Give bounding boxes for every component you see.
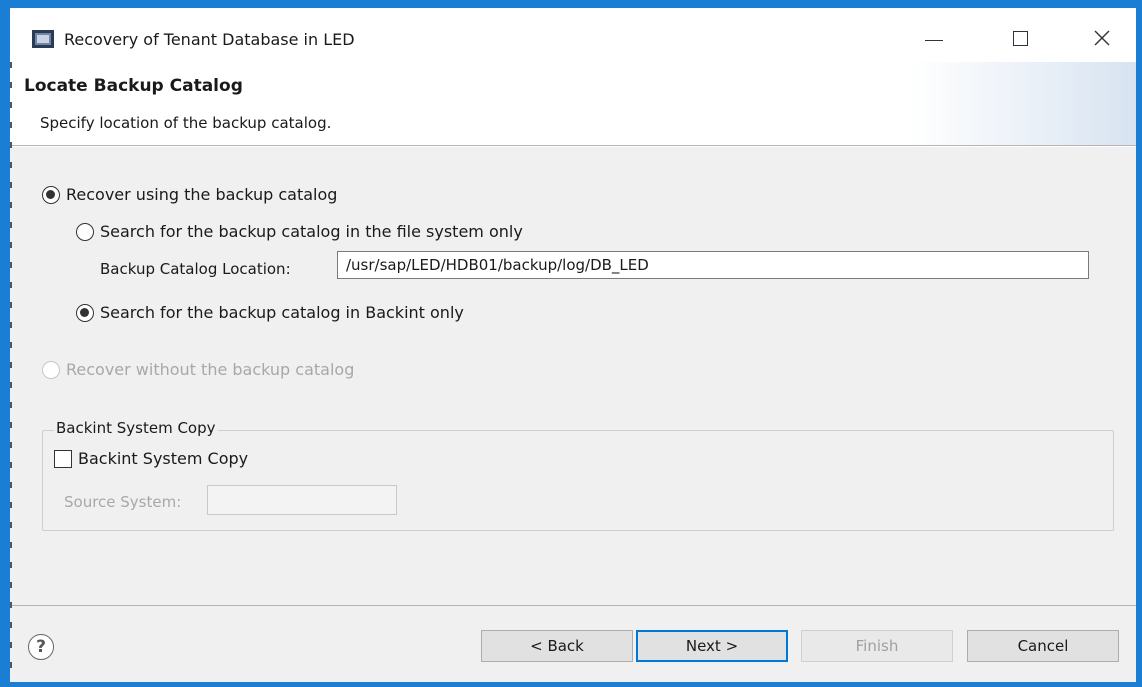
radio-disabled-icon — [42, 360, 60, 379]
left-edge-dashes — [10, 62, 12, 682]
radio-label: Search for the backup catalog in Backint… — [100, 303, 464, 322]
backint-system-copy-checkbox[interactable]: Backint System Copy — [54, 449, 248, 468]
wizard-content: Recover using the backup catalog Search … — [10, 147, 1136, 605]
radio-label: Search for the backup catalog in the fil… — [100, 222, 523, 241]
minimize-button[interactable] — [914, 22, 954, 54]
window-title: Recovery of Tenant Database in LED — [64, 30, 355, 49]
page-title: Locate Backup Catalog — [24, 76, 243, 96]
radio-recover-without-catalog: Recover without the backup catalog — [42, 360, 354, 379]
close-icon — [1094, 30, 1110, 46]
maximize-button[interactable] — [1000, 22, 1040, 54]
radio-selected-icon — [42, 185, 60, 204]
radio-selected-icon — [76, 303, 94, 322]
radio-label: Recover using the backup catalog — [66, 185, 338, 204]
page-subtitle: Specify location of the backup catalog. — [40, 114, 332, 132]
backint-system-copy-group — [42, 430, 1114, 531]
cancel-button[interactable]: Cancel — [967, 630, 1119, 662]
maximize-icon — [1012, 30, 1028, 46]
radio-search-backint[interactable]: Search for the backup catalog in Backint… — [76, 303, 464, 322]
checkbox-label: Backint System Copy — [78, 449, 249, 468]
wizard-header: Locate Backup Catalog Specify location o… — [10, 62, 1136, 146]
back-button[interactable]: < Back — [481, 630, 633, 662]
wizard-window: Recovery of Tenant Database in LED Locat… — [10, 8, 1136, 682]
radio-search-file-system[interactable]: Search for the backup catalog in the fil… — [76, 222, 523, 241]
backup-catalog-location-input[interactable] — [337, 251, 1089, 279]
help-icon[interactable]: ? — [28, 634, 54, 660]
backup-catalog-location-label: Backup Catalog Location: — [100, 260, 291, 278]
app-icon — [32, 30, 54, 48]
radio-recover-using-catalog[interactable]: Recover using the backup catalog — [42, 185, 337, 204]
wizard-footer: ? < Back Next > Finish Cancel — [10, 605, 1136, 682]
source-system-input — [207, 485, 397, 515]
group-legend: Backint System Copy — [54, 419, 218, 437]
radio-label: Recover without the backup catalog — [66, 360, 355, 379]
finish-button: Finish — [801, 630, 953, 662]
radio-unselected-icon — [76, 222, 94, 241]
next-button[interactable]: Next > — [636, 630, 788, 662]
checkbox-unchecked-icon — [54, 449, 72, 468]
title-bar[interactable]: Recovery of Tenant Database in LED — [10, 8, 1136, 62]
source-system-label: Source System: — [64, 493, 182, 511]
minimize-icon — [925, 39, 943, 41]
close-button[interactable] — [1082, 22, 1122, 54]
